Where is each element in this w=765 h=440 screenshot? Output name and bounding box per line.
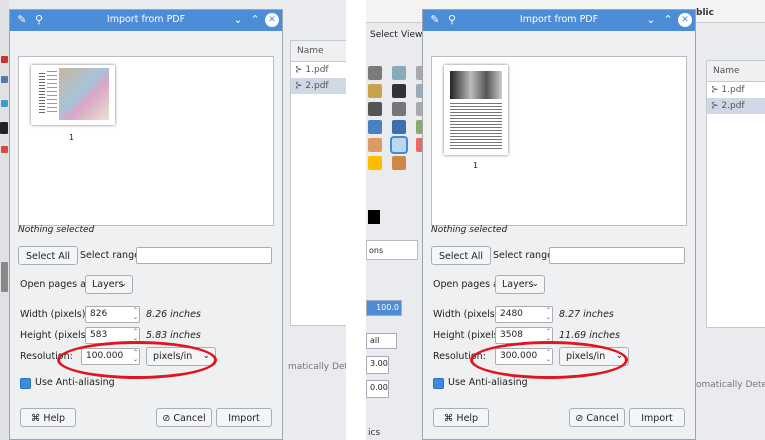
page-preview-area[interactable]: 1 [431,56,687,226]
width-label: Width (pixels): [433,309,502,320]
opacity-spinbox[interactable]: 100.0 [366,300,402,316]
lasso-tool-icon[interactable] [368,66,382,80]
file-list: Name ⊱ 1.pdf ⊱ 2.pdf [706,60,765,328]
help-button[interactable]: ⌘ Help [20,408,76,427]
height-label: Height (pixels): [20,330,93,341]
tab-fragment[interactable]: ons [366,240,418,260]
selection-status: Nothing selected [18,225,95,235]
open-pages-label: Open pages as [20,279,91,290]
left-screenshot: Name ⊱ 1.pdf ⊱ 2.pdf matically Detect ✎ … [0,0,346,440]
status-text: matically Detect [288,362,346,372]
width-label: Width (pixels): [20,309,89,320]
tool-icon[interactable] [1,56,8,63]
divider [346,0,366,440]
width-spinbox[interactable]: 2480 ⌃ ⌄ [495,306,553,323]
transform-tool-icon[interactable] [392,102,406,116]
select-range-input[interactable] [549,247,685,264]
open-pages-label: Open pages as [433,279,504,290]
status-text: omatically Detect [696,380,765,390]
help-icon: ⌘ [443,413,454,424]
select-range-label: Select range: [80,250,144,261]
help-button[interactable]: ⌘ Help [433,408,489,427]
select-range-input[interactable] [136,247,272,264]
foreground-color-swatch[interactable] [368,210,380,224]
spin-arrows-icon[interactable]: ⌃ ⌄ [546,328,551,342]
select-all-button[interactable]: Select All [18,246,78,265]
tool-icon[interactable] [392,120,406,134]
tool-icon[interactable] [368,84,382,98]
close-icon[interactable]: ✕ [265,13,279,27]
tool-icon[interactable] [1,100,8,107]
file-list-header[interactable]: Name [707,61,765,82]
page-thumbnail[interactable] [444,65,508,155]
file-list: Name ⊱ 1.pdf ⊱ 2.pdf [290,40,346,326]
spin-field[interactable]: 0.00 [366,380,389,398]
dialog-titlebar[interactable]: ✎ ⚲ Import from PDF ⌄ ⌃ ✕ [10,10,282,31]
select-all-button[interactable]: Select All [431,246,491,265]
tool-icon[interactable] [368,156,382,170]
tool-icon[interactable] [392,66,406,80]
maximize-icon[interactable]: ⌃ [661,13,675,27]
select-range-label: Select range: [493,250,557,261]
spin-field[interactable]: 3.00 [366,356,389,374]
small-field[interactable]: all [366,333,397,349]
tool-icon[interactable] [368,120,382,134]
tool-icon[interactable] [1,76,8,83]
import-button[interactable]: Import [216,408,272,427]
color-picker-icon[interactable] [392,84,406,98]
menu-view[interactable]: View [401,30,422,40]
file-item[interactable]: ⊱ 2.pdf [707,98,765,114]
file-item[interactable]: ⊱ 2.pdf [291,78,346,94]
spin-arrows-icon[interactable]: ⌃ ⌄ [133,307,138,321]
page-number: 1 [69,133,75,142]
selection-status: Nothing selected [431,225,508,235]
cancel-button[interactable]: ⊘ Cancel [569,408,625,427]
page-number: 1 [473,161,479,170]
page-preview-area[interactable]: 1 [18,56,274,226]
paintbrush-icon[interactable] [390,136,408,154]
file-item[interactable]: ⊱ 1.pdf [707,82,765,98]
antialias-checkbox[interactable] [433,378,444,389]
spin-arrows-icon[interactable]: ⌃ ⌄ [546,307,551,321]
import-button[interactable]: Import [629,408,685,427]
cancel-icon: ⊘ [162,413,171,424]
toolbox-strip [0,0,9,440]
cancel-button[interactable]: ⊘ Cancel [156,408,212,427]
minimize-icon[interactable]: ⌄ [231,13,245,27]
width-inches: 8.27 inches [559,309,614,320]
dialog-titlebar[interactable]: ✎ ⚲ Import from PDF ⌄ ⌃ ✕ [423,10,695,31]
chevron-down-icon: ⌄ [531,279,539,289]
menu-select[interactable]: Select [370,30,398,40]
open-pages-dropdown[interactable]: Layers ⌄ [495,275,545,294]
text-tool-icon[interactable] [0,122,8,134]
spin-arrows-icon[interactable]: ⌃ ⌄ [133,328,138,342]
width-inches: 8.26 inches [146,309,201,320]
file-list-header[interactable]: Name [291,41,346,62]
background-text: blic [696,8,714,18]
move-tool-icon[interactable] [368,102,382,116]
highlight-ellipse [57,341,217,379]
width-spinbox[interactable]: 826 ⌃ ⌄ [85,306,140,323]
antialias-label: Use Anti-aliasing [35,377,115,388]
file-item[interactable]: ⊱ 1.pdf [291,62,346,78]
open-pages-dropdown[interactable]: Layers ⌄ [85,275,133,294]
minimize-icon[interactable]: ⌄ [644,13,658,27]
chevron-down-icon: ⌄ [119,279,127,289]
tab-fragment: ics [368,428,381,438]
antialias-checkbox[interactable] [20,378,31,389]
cancel-icon: ⊘ [575,413,584,424]
tool-icon[interactable] [392,156,406,170]
close-icon[interactable]: ✕ [678,13,692,27]
scrollbar[interactable] [1,262,8,292]
brush-icon[interactable] [368,138,382,152]
maximize-icon[interactable]: ⌃ [248,13,262,27]
page-thumbnail[interactable] [31,65,115,125]
antialias-label: Use Anti-aliasing [448,377,528,388]
help-icon: ⌘ [30,413,41,424]
highlight-ellipse [470,341,628,379]
tool-icon[interactable] [1,146,8,153]
